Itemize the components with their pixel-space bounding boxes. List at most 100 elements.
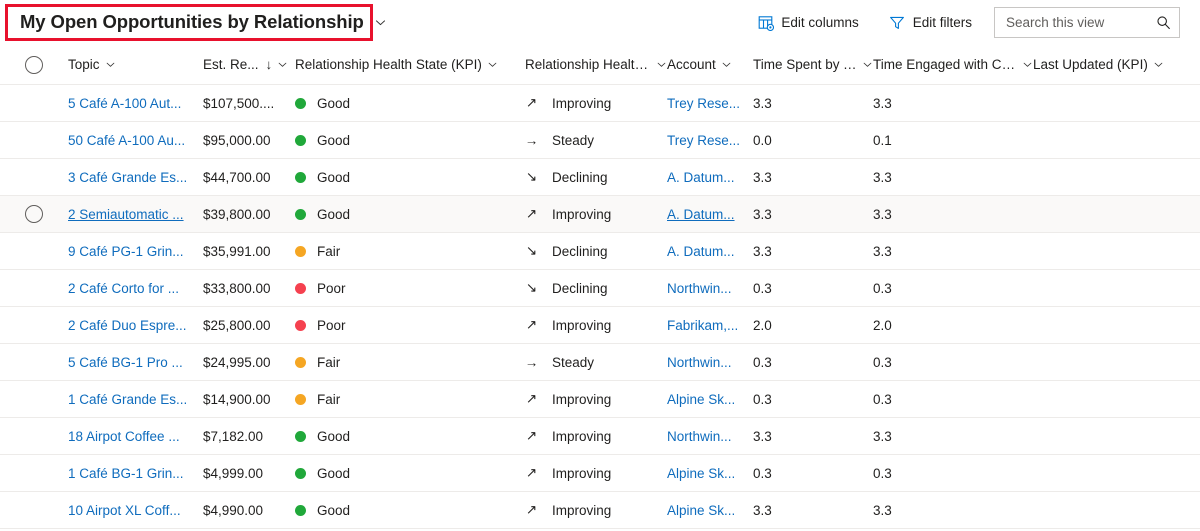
topic-link[interactable]: 2 Semiautomatic ... bbox=[68, 207, 184, 222]
row-select-cell[interactable] bbox=[0, 85, 68, 121]
column-header-topic[interactable]: Topic bbox=[68, 45, 203, 84]
command-bar: My Open Opportunities by Relationship bbox=[0, 0, 1200, 45]
column-header-engaged[interactable]: Time Engaged with Cust... bbox=[873, 45, 1033, 84]
search-icon[interactable] bbox=[1155, 15, 1171, 31]
topic-link[interactable]: 18 Airpot Coffee ... bbox=[68, 429, 180, 444]
trend-label: Improving bbox=[552, 503, 611, 518]
cell-last-updated bbox=[1033, 344, 1200, 380]
account-link[interactable]: Northwin... bbox=[667, 429, 732, 444]
row-select-circle[interactable] bbox=[25, 205, 43, 223]
row-select-cell[interactable] bbox=[0, 455, 68, 491]
account-link[interactable]: Fabrikam,... bbox=[667, 318, 738, 333]
status-dot-good bbox=[295, 172, 306, 183]
cell-time-engaged: 0.3 bbox=[873, 381, 1033, 417]
table-row[interactable]: 3 Café Grande Es...$44,700.00Good↘Declin… bbox=[0, 159, 1200, 196]
view-selector[interactable]: My Open Opportunities by Relationship bbox=[5, 4, 373, 41]
topic-link[interactable]: 9 Café PG-1 Grin... bbox=[68, 244, 184, 259]
topic-link[interactable]: 1 Café BG-1 Grin... bbox=[68, 466, 184, 481]
status-label: Good bbox=[317, 96, 350, 111]
edit-columns-button[interactable]: Edit columns bbox=[749, 7, 866, 39]
chevron-down-icon[interactable] bbox=[1153, 59, 1164, 70]
row-select-cell[interactable] bbox=[0, 492, 68, 528]
account-link[interactable]: A. Datum... bbox=[667, 244, 735, 259]
column-header-health[interactable]: Relationship Health State (KPI) bbox=[295, 45, 525, 84]
row-select-cell[interactable] bbox=[0, 418, 68, 454]
cell-account: Trey Rese... bbox=[667, 85, 753, 121]
table-row[interactable]: 5 Café A-100 Aut...$107,500....Good↗Impr… bbox=[0, 85, 1200, 122]
search-box[interactable]: Search this view bbox=[994, 7, 1180, 38]
account-link[interactable]: A. Datum... bbox=[667, 207, 735, 222]
chevron-down-icon[interactable] bbox=[487, 59, 498, 70]
table-row[interactable]: 10 Airpot XL Coff...$4,990.00Good↗Improv… bbox=[0, 492, 1200, 529]
search-input[interactable]: Search this view bbox=[1006, 15, 1155, 30]
select-all-circle[interactable] bbox=[25, 56, 43, 74]
topic-link[interactable]: 1 Café Grande Es... bbox=[68, 392, 187, 407]
row-select-cell[interactable] bbox=[0, 159, 68, 195]
table-row[interactable]: 2 Semiautomatic ...$39,800.00Good↗Improv… bbox=[0, 196, 1200, 233]
chevron-down-icon[interactable] bbox=[1022, 59, 1033, 70]
table-row[interactable]: 9 Café PG-1 Grin...$35,991.00Fair↘Declin… bbox=[0, 233, 1200, 270]
trend-improving-icon: ↗ bbox=[525, 393, 538, 406]
cell-time-spent: 3.3 bbox=[753, 85, 873, 121]
row-select-cell[interactable] bbox=[0, 196, 68, 232]
status-dot-good bbox=[295, 468, 306, 479]
trend-label: Improving bbox=[552, 429, 611, 444]
cell-account: A. Datum... bbox=[667, 196, 753, 232]
account-link[interactable]: Alpine Sk... bbox=[667, 466, 735, 481]
cell-topic: 1 Café BG-1 Grin... bbox=[68, 455, 203, 491]
chevron-down-icon[interactable] bbox=[277, 59, 288, 70]
cell-health-trend: ↗Improving bbox=[525, 492, 667, 528]
row-select-cell[interactable] bbox=[0, 381, 68, 417]
column-header-account[interactable]: Account bbox=[667, 45, 753, 84]
column-header-updated[interactable]: Last Updated (KPI) bbox=[1033, 45, 1200, 84]
cell-time-spent: 0.3 bbox=[753, 270, 873, 306]
cell-est-revenue: $35,991.00 bbox=[203, 233, 295, 269]
status-dot-good bbox=[295, 505, 306, 516]
table-row[interactable]: 50 Café A-100 Au...$95,000.00Good→Steady… bbox=[0, 122, 1200, 159]
row-select-cell[interactable] bbox=[0, 270, 68, 306]
topic-link[interactable]: 3 Café Grande Es... bbox=[68, 170, 187, 185]
trend-declining-icon: ↘ bbox=[525, 282, 538, 295]
cell-health-trend: →Steady bbox=[525, 344, 667, 380]
status-label: Fair bbox=[317, 244, 340, 259]
account-link[interactable]: Alpine Sk... bbox=[667, 392, 735, 407]
chevron-down-icon[interactable] bbox=[862, 59, 873, 70]
select-all-cell[interactable] bbox=[0, 45, 68, 84]
topic-link[interactable]: 2 Café Duo Espre... bbox=[68, 318, 187, 333]
column-header-time[interactable]: Time Spent by T... bbox=[753, 45, 873, 84]
table-row[interactable]: 1 Café Grande Es...$14,900.00Fair↗Improv… bbox=[0, 381, 1200, 418]
row-select-cell[interactable] bbox=[0, 307, 68, 343]
account-link[interactable]: Northwin... bbox=[667, 281, 732, 296]
account-link[interactable]: Alpine Sk... bbox=[667, 503, 735, 518]
row-select-cell[interactable] bbox=[0, 344, 68, 380]
table-row[interactable]: 18 Airpot Coffee ...$7,182.00Good↗Improv… bbox=[0, 418, 1200, 455]
cell-health-trend: ↗Improving bbox=[525, 381, 667, 417]
chevron-down-icon[interactable] bbox=[656, 59, 667, 70]
topic-link[interactable]: 2 Café Corto for ... bbox=[68, 281, 179, 296]
account-link[interactable]: A. Datum... bbox=[667, 170, 735, 185]
chevron-down-icon[interactable] bbox=[721, 59, 732, 70]
table-row[interactable]: 2 Café Corto for ...$33,800.00Poor↘Decli… bbox=[0, 270, 1200, 307]
edit-filters-button[interactable]: Edit filters bbox=[881, 7, 980, 39]
topic-link[interactable]: 5 Café BG-1 Pro ... bbox=[68, 355, 183, 370]
topic-link[interactable]: 10 Airpot XL Coff... bbox=[68, 503, 181, 518]
topic-link[interactable]: 50 Café A-100 Au... bbox=[68, 133, 185, 148]
chevron-down-icon[interactable] bbox=[105, 59, 116, 70]
cell-est-revenue: $7,182.00 bbox=[203, 418, 295, 454]
table-row[interactable]: 2 Café Duo Espre...$25,800.00Poor↗Improv… bbox=[0, 307, 1200, 344]
cell-health-state: Good bbox=[295, 455, 525, 491]
column-header-trend[interactable]: Relationship Health ... bbox=[525, 45, 667, 84]
row-select-cell[interactable] bbox=[0, 122, 68, 158]
cell-time-engaged: 3.3 bbox=[873, 159, 1033, 195]
trend-steady-icon: → bbox=[525, 134, 538, 147]
account-link[interactable]: Trey Rese... bbox=[667, 133, 740, 148]
cell-last-updated bbox=[1033, 159, 1200, 195]
topic-link[interactable]: 5 Café A-100 Aut... bbox=[68, 96, 181, 111]
table-row[interactable]: 1 Café BG-1 Grin...$4,999.00Good↗Improvi… bbox=[0, 455, 1200, 492]
account-link[interactable]: Trey Rese... bbox=[667, 96, 740, 111]
opportunities-grid-page: My Open Opportunities by Relationship bbox=[0, 0, 1200, 531]
row-select-cell[interactable] bbox=[0, 233, 68, 269]
column-header-est[interactable]: Est. Re...↓ bbox=[203, 45, 295, 84]
account-link[interactable]: Northwin... bbox=[667, 355, 732, 370]
table-row[interactable]: 5 Café BG-1 Pro ...$24,995.00Fair→Steady… bbox=[0, 344, 1200, 381]
